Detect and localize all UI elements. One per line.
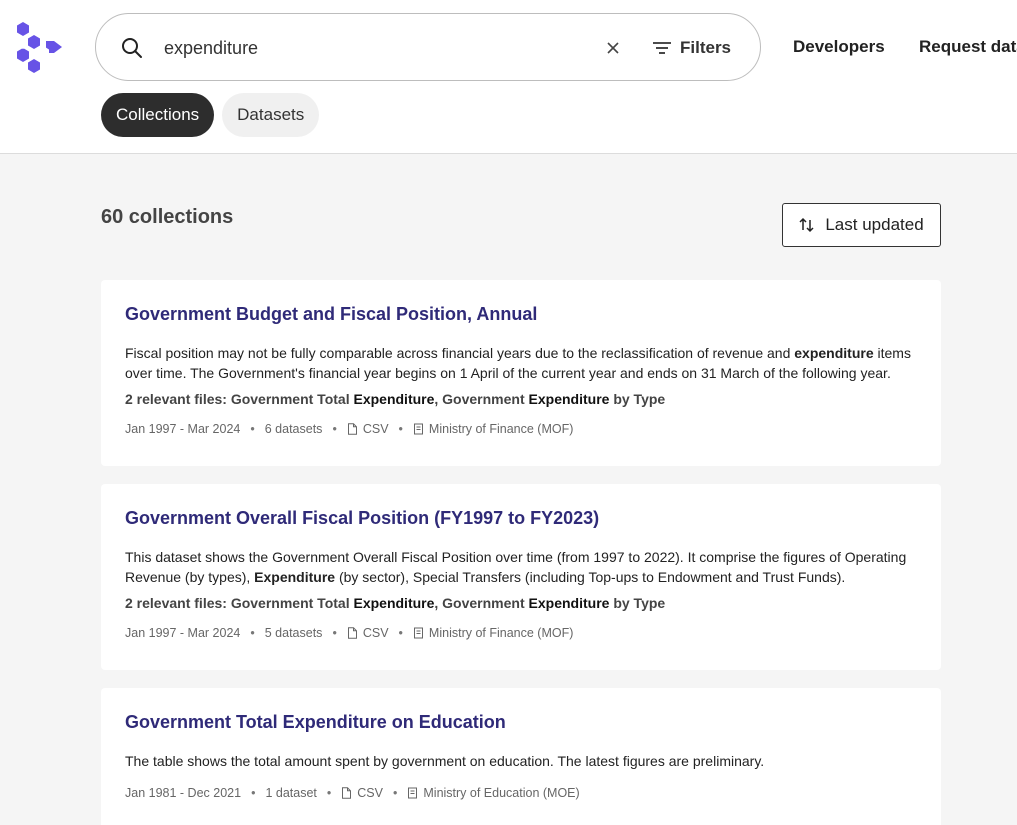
sort-icon <box>799 217 814 233</box>
filters-label: Filters <box>680 38 732 57</box>
collection-title-link[interactable]: Government Overall Fiscal Position (FY19… <box>125 508 917 529</box>
date-range: Jan 1997 - Mar 2024 <box>125 422 241 436</box>
result-type-tabs: Collections Datasets <box>101 93 320 137</box>
clear-search-icon[interactable] <box>603 38 623 58</box>
agency-name: Ministry of Finance (MOF) <box>428 422 574 436</box>
file-format: CSV <box>362 626 389 640</box>
search-input[interactable] <box>164 30 584 66</box>
file-format: CSV <box>362 422 389 436</box>
top-bar: Filters Developers Request data Collecti… <box>0 0 1017 154</box>
sort-label: Last updated <box>825 215 924 234</box>
file-icon <box>347 627 357 639</box>
file-icon <box>342 787 352 799</box>
file-format: CSV <box>357 786 383 800</box>
tab-datasets[interactable]: Datasets <box>222 93 320 137</box>
relevant-files: 2 relevant files: Government Total Expen… <box>125 595 666 611</box>
collection-title-link[interactable]: Government Budget and Fiscal Position, A… <box>125 304 917 325</box>
collection-meta: Jan 1997 - Mar 2024 • 6 datasets • CSV •… <box>125 422 574 436</box>
search-icon[interactable] <box>121 37 143 59</box>
file-icon <box>347 423 357 435</box>
collection-card[interactable]: Government Overall Fiscal Position (FY19… <box>101 484 941 670</box>
date-range: Jan 1981 - Dec 2021 <box>125 786 242 800</box>
sort-button[interactable]: Last updated <box>782 203 941 247</box>
highlight-term: Expenditure <box>254 569 336 585</box>
dataset-count: 1 dataset <box>265 786 317 800</box>
collection-title-link[interactable]: Government Total Expenditure on Educatio… <box>125 712 917 733</box>
nav-developers-link[interactable]: Developers <box>793 37 885 57</box>
agency-icon <box>408 787 418 799</box>
collection-description: The table shows the total amount spent b… <box>125 753 765 769</box>
date-range: Jan 1997 - Mar 2024 <box>125 626 241 640</box>
collection-card[interactable]: Government Total Expenditure on Educatio… <box>101 688 941 825</box>
tab-collections[interactable]: Collections <box>101 93 215 137</box>
agency-name: Ministry of Finance (MOF) <box>428 626 574 640</box>
agency-icon <box>413 423 423 435</box>
relevant-files: 2 relevant files: Government Total Expen… <box>125 391 666 407</box>
logo-icon[interactable] <box>12 21 64 73</box>
dataset-count: 5 datasets <box>264 626 323 640</box>
agency-icon <box>413 627 423 639</box>
search-bar: Filters <box>95 13 761 81</box>
collection-meta: Jan 1997 - Mar 2024 • 5 datasets • CSV •… <box>125 626 574 640</box>
filters-button[interactable]: Filters <box>652 32 731 64</box>
results-count: 60 collections <box>101 206 234 228</box>
collection-description: This dataset shows the Government Overal… <box>125 549 907 585</box>
collection-card[interactable]: Government Budget and Fiscal Position, A… <box>101 280 941 466</box>
collection-meta: Jan 1981 - Dec 2021 • 1 dataset • CSV • … <box>125 786 580 800</box>
dataset-count: 6 datasets <box>264 422 323 436</box>
agency-name: Ministry of Education (MOE) <box>423 786 580 800</box>
nav-request-data-link[interactable]: Request data <box>919 37 1017 57</box>
collection-description: Fiscal position may not be fully compara… <box>125 345 911 381</box>
filter-icon <box>653 42 671 54</box>
highlight-term: expenditure <box>794 345 874 361</box>
